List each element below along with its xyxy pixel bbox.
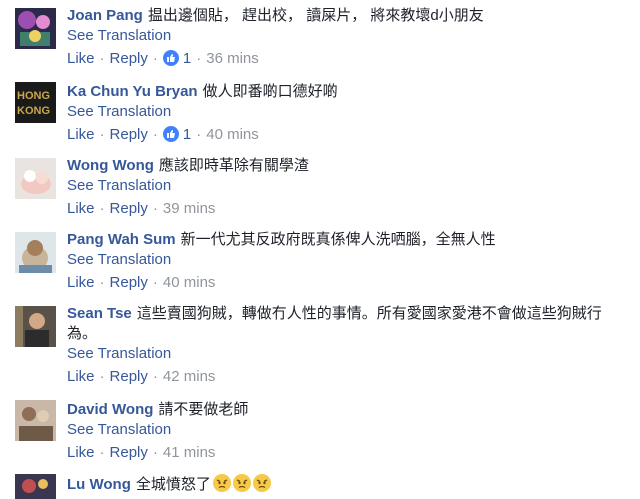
see-translation-link[interactable]: See Translation (67, 250, 630, 270)
reply-link[interactable]: Reply (110, 444, 148, 461)
separator-dot: · (99, 50, 105, 67)
timestamp[interactable]: 41 mins (163, 444, 216, 461)
like-link[interactable]: Like (67, 50, 95, 67)
like-reaction-icon[interactable] (162, 50, 179, 66)
comment-text: 全城憤怒了 (135, 476, 211, 493)
timestamp[interactable]: 42 mins (163, 368, 216, 385)
author-name[interactable]: Lu Wong (67, 476, 131, 493)
separator-dot: · (152, 200, 158, 217)
svg-text:KONG: KONG (17, 105, 50, 117)
see-translation-link[interactable]: See Translation (67, 344, 630, 364)
see-translation-link[interactable]: See Translation (67, 420, 630, 440)
author-name[interactable]: Wong Wong (67, 157, 154, 174)
see-translation-link[interactable]: See Translation (67, 26, 630, 46)
separator-dot: · (152, 50, 158, 67)
avatar[interactable]: HONG KONG (15, 82, 56, 123)
see-translation-link[interactable]: See Translation (67, 102, 630, 122)
avatar[interactable] (15, 400, 56, 441)
avatar[interactable] (15, 8, 56, 49)
svg-text:HONG: HONG (17, 90, 50, 102)
separator-dot: · (99, 200, 105, 217)
like-link[interactable]: Like (67, 126, 95, 143)
separator-dot: · (152, 274, 158, 291)
avatar[interactable] (15, 306, 56, 347)
avatar[interactable] (15, 474, 56, 499)
like-link[interactable]: Like (67, 200, 95, 217)
comment-text: 請不要做老師 (158, 401, 249, 418)
separator-dot: · (196, 50, 202, 67)
like-reaction-icon[interactable] (162, 126, 179, 142)
like-link[interactable]: Like (67, 274, 95, 291)
reply-link[interactable]: Reply (110, 126, 148, 143)
reply-link[interactable]: Reply (110, 50, 148, 67)
author-name[interactable]: Pang Wah Sum (67, 231, 176, 248)
reaction-count[interactable]: 1 (183, 50, 191, 67)
separator-dot: · (99, 126, 105, 143)
separator-dot: · (152, 444, 158, 461)
separator-dot: · (152, 126, 158, 143)
separator-dot: · (152, 368, 158, 385)
timestamp[interactable]: 40 mins (206, 126, 259, 143)
angry-face-icon (232, 474, 251, 492)
avatar[interactable] (15, 158, 56, 199)
avatar[interactable] (15, 232, 56, 273)
reply-link[interactable]: Reply (110, 368, 148, 385)
separator-dot: · (99, 368, 105, 385)
comment-text: 應該即時革除有關學渣 (158, 157, 309, 174)
comment-text: 做人即番啲口德好啲 (202, 83, 338, 100)
comment-text: 揾出邊個貼， 趕出校， 讀屎片， 將來教壞d小朋友 (147, 7, 484, 24)
see-translation-link[interactable]: See Translation (67, 176, 630, 196)
timestamp[interactable]: 40 mins (163, 274, 216, 291)
author-name[interactable]: Sean Tse (67, 305, 132, 322)
like-link[interactable]: Like (67, 368, 95, 385)
comment-text: 新一代尤其反政府既真係俾人洗哂腦，全無人性 (180, 231, 496, 248)
comment-text: 這些賣國狗賊，轉做冇人性的事情。所有愛國家愛港不會做這些狗賊行為。 (67, 305, 602, 342)
like-link[interactable]: Like (67, 444, 95, 461)
reaction-count[interactable]: 1 (183, 126, 191, 143)
reply-link[interactable]: Reply (110, 274, 148, 291)
timestamp[interactable]: 36 mins (206, 50, 259, 67)
separator-dot: · (99, 274, 105, 291)
angry-face-icon (252, 474, 271, 492)
separator-dot: · (99, 444, 105, 461)
angry-face-icon (212, 474, 231, 492)
separator-dot: · (196, 126, 202, 143)
reply-link[interactable]: Reply (110, 200, 148, 217)
author-name[interactable]: Joan Pang (67, 7, 143, 24)
author-name[interactable]: David Wong (67, 401, 153, 418)
author-name[interactable]: Ka Chun Yu Bryan (67, 83, 198, 100)
timestamp[interactable]: 39 mins (163, 200, 216, 217)
